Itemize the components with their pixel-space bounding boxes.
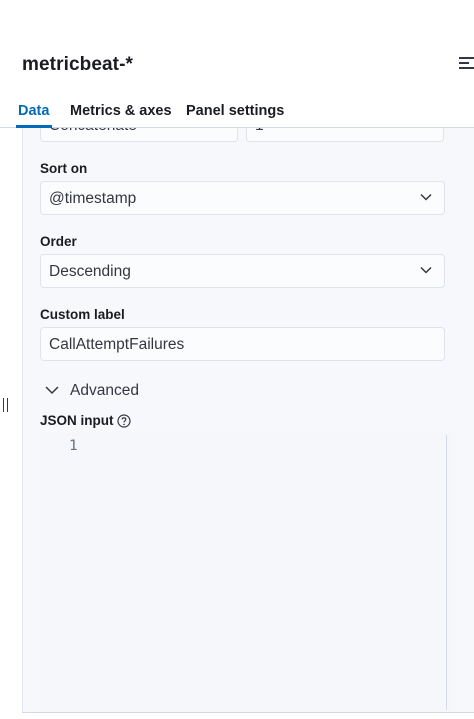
line-number: 1 [69, 438, 78, 454]
custom-label-input[interactable]: CallAttemptFailures [40, 327, 445, 361]
custom-label-value: CallAttemptFailures [49, 336, 185, 353]
chevron-down-icon [420, 193, 432, 201]
custom-label-label: Custom label [40, 307, 125, 322]
order-value: Descending [49, 263, 131, 280]
resize-handle-icon[interactable] [3, 398, 9, 412]
chevron-down-icon [45, 386, 59, 395]
order-label: Order [40, 234, 77, 249]
question-circle-icon[interactable] [117, 414, 131, 428]
json-code-editor[interactable]: 1 [40, 432, 453, 712]
tab-panel-settings[interactable]: Panel settings [186, 103, 284, 119]
sort-on-label: Sort on [40, 161, 88, 176]
order-select[interactable]: Descending [40, 254, 445, 288]
panel-divider [22, 712, 474, 713]
index-pattern-title: metricbeat-* [22, 54, 134, 75]
advanced-label: Advanced [70, 382, 139, 399]
sort-on-value: @timestamp [49, 190, 137, 207]
editor-header: metricbeat-* Data Metrics & axes Panel s… [0, 0, 474, 128]
active-tab-indicator [16, 125, 52, 128]
chevron-down-icon [420, 266, 432, 274]
tab-metrics-axes[interactable]: Metrics & axes [70, 103, 172, 119]
editor-tabs: Data Metrics & axes Panel settings [0, 100, 474, 128]
sort-on-select[interactable]: @timestamp [40, 181, 445, 215]
editor-scrollbar[interactable] [446, 435, 447, 710]
json-input-label: JSON input [40, 413, 114, 428]
tab-data[interactable]: Data [18, 103, 49, 119]
metric-config-panel: Concatenate 1 Sort on @timestamp Order D… [22, 110, 474, 712]
hamburger-menu-icon[interactable] [459, 57, 474, 71]
